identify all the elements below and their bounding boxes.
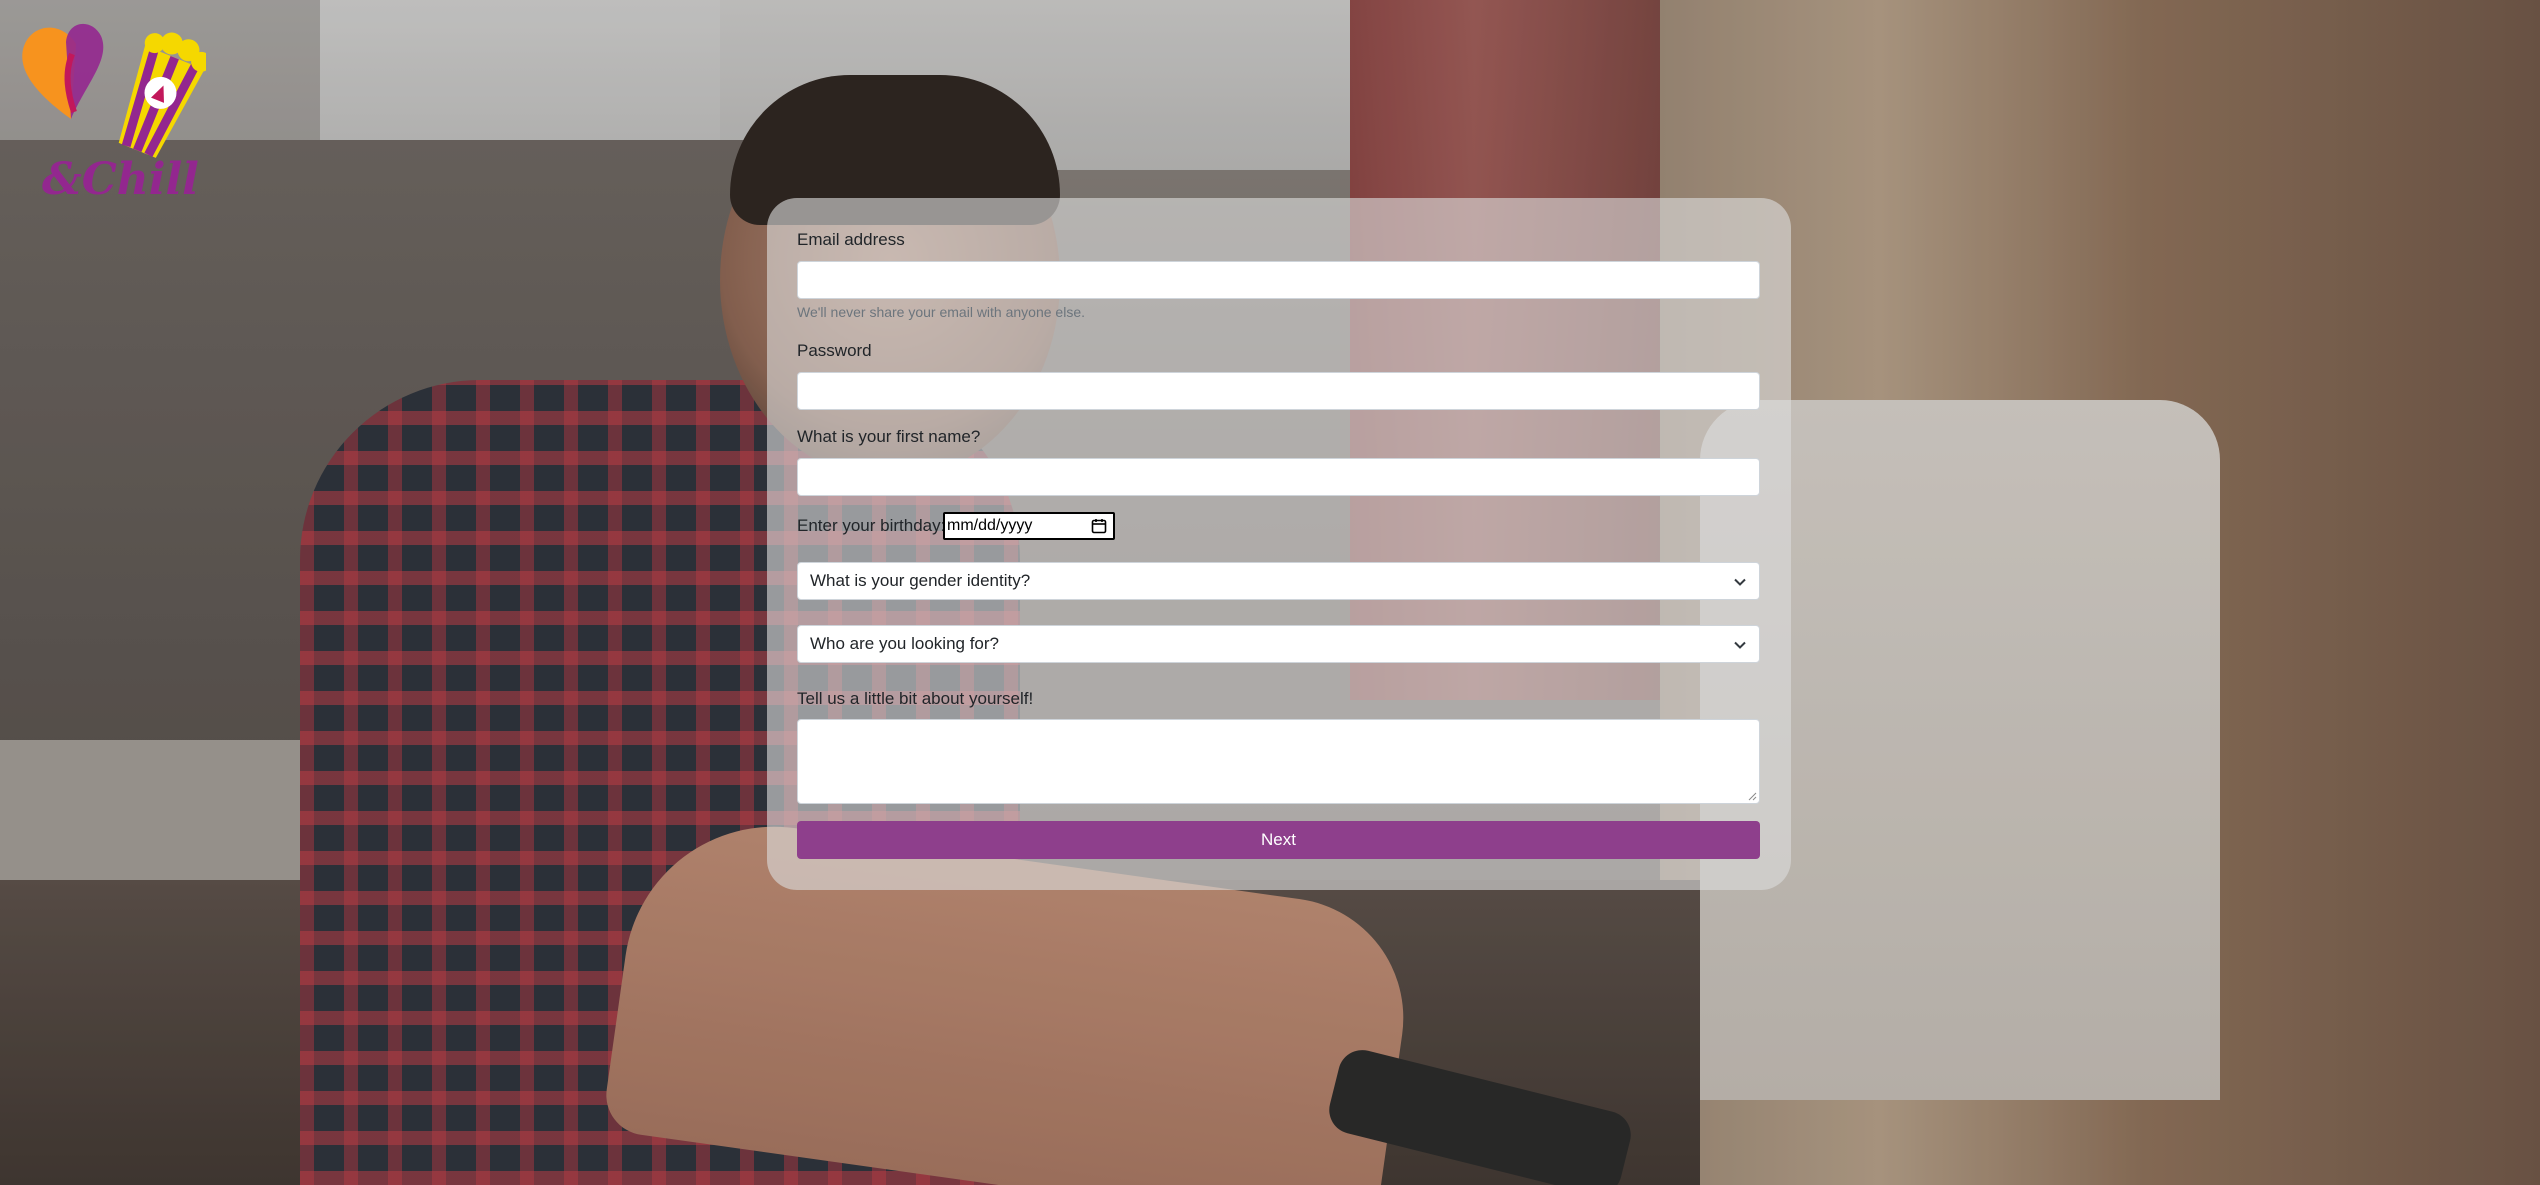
- about-textarea[interactable]: [797, 719, 1760, 804]
- looking-for-select[interactable]: Who are you looking for?: [797, 625, 1760, 663]
- chevron-down-icon: [1734, 578, 1746, 586]
- email-help-text: We'll never share your email with anyone…: [797, 304, 1085, 320]
- birthday-placeholder: mm/dd/yyyy: [947, 517, 1033, 534]
- chevron-down-icon: [1734, 641, 1746, 649]
- about-label: Tell us a little bit about yourself!: [797, 689, 1034, 708]
- calendar-icon[interactable]: [1091, 518, 1107, 534]
- and-chill-logo[interactable]: &Chill: [16, 14, 206, 204]
- signup-form-panel: Email address We'll never share your ema…: [767, 198, 1791, 890]
- gender-identity-select[interactable]: What is your gender identity?: [797, 562, 1760, 600]
- password-label: Password: [797, 341, 872, 360]
- logo-text: &Chill: [42, 154, 199, 204]
- first-name-field[interactable]: [797, 458, 1760, 496]
- birthday-label: Enter your birthday:: [797, 516, 946, 535]
- first-name-label: What is your first name?: [797, 427, 981, 446]
- looking-for-value: Who are you looking for?: [810, 634, 999, 653]
- email-field[interactable]: [797, 261, 1760, 299]
- logo-icon: &Chill: [22, 23, 206, 204]
- resize-grip-icon[interactable]: [1747, 791, 1757, 801]
- gender-identity-value: What is your gender identity?: [810, 571, 1031, 590]
- birthday-date-input[interactable]: mm/dd/yyyy: [943, 512, 1115, 540]
- email-label: Email address: [797, 230, 905, 249]
- next-button[interactable]: Next: [797, 821, 1760, 859]
- password-field[interactable]: [797, 372, 1760, 410]
